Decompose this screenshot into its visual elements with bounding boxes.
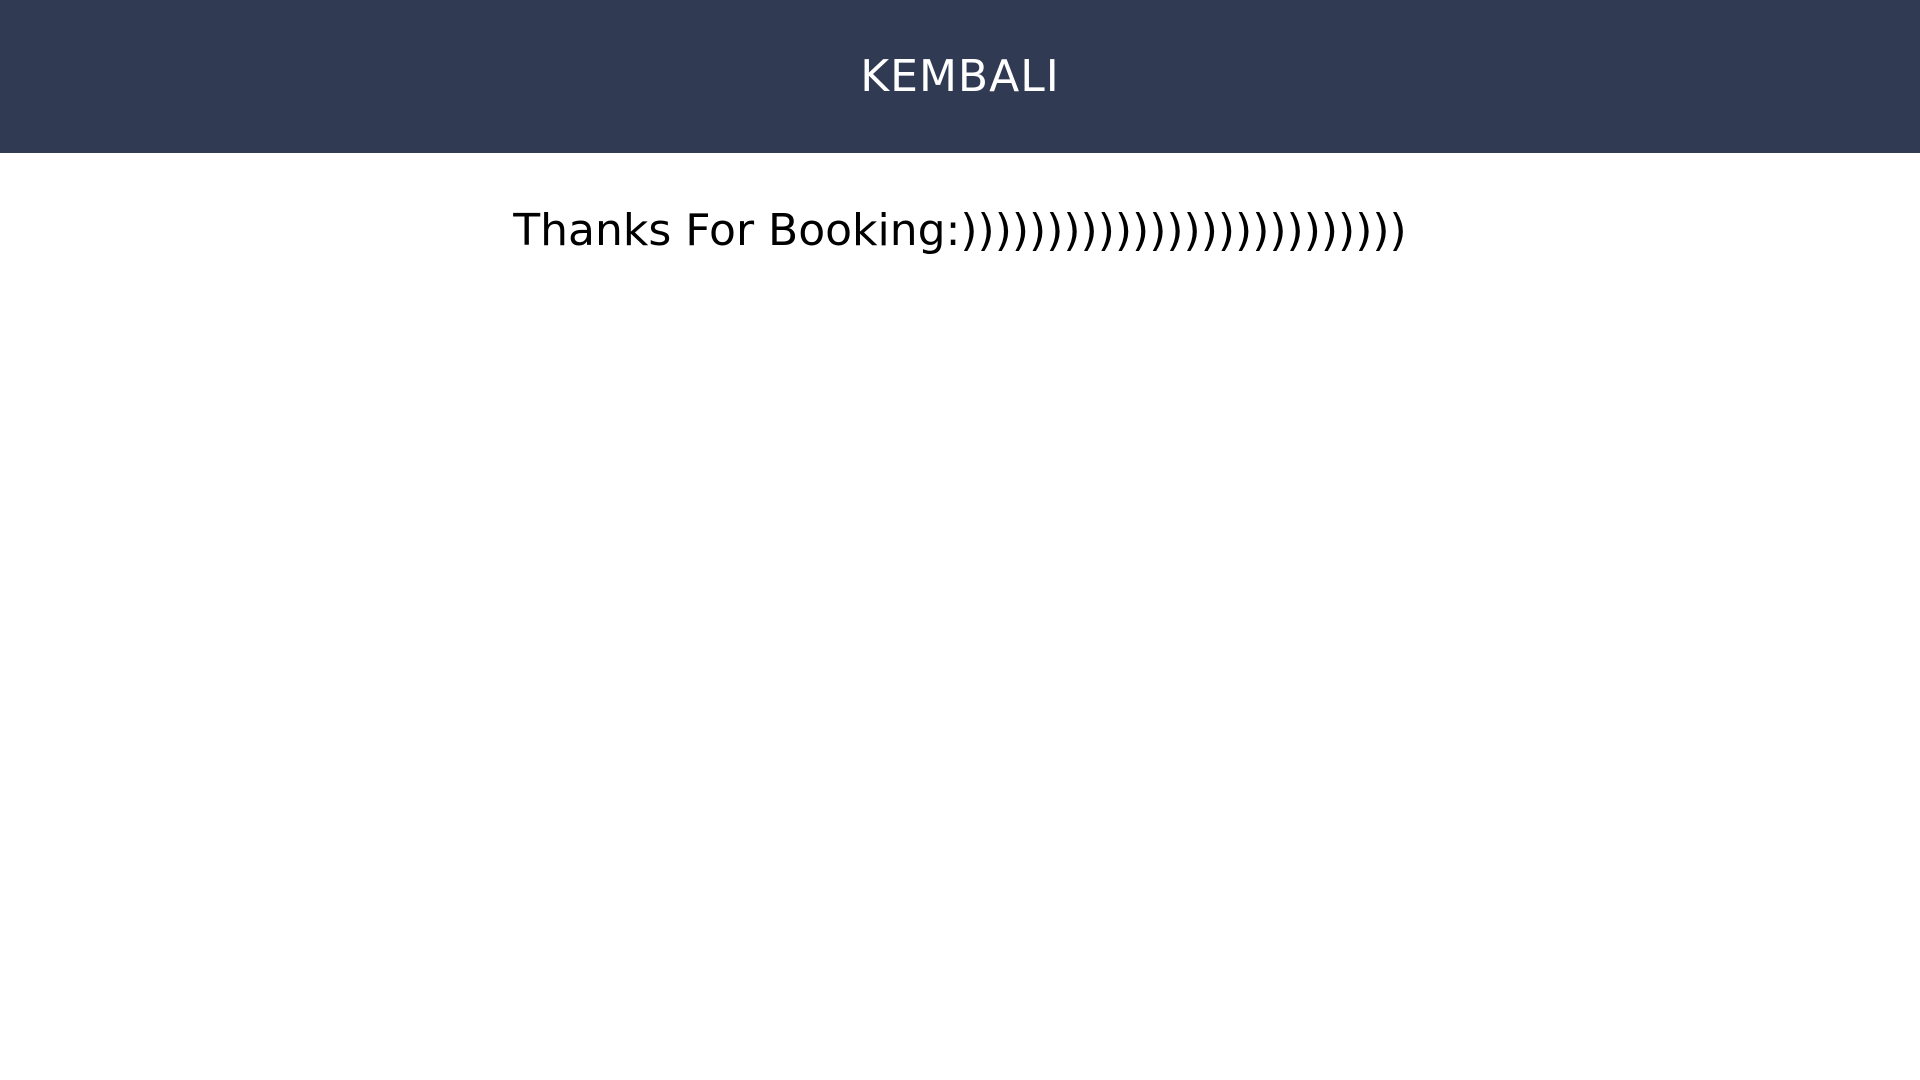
booking-confirmation-message: Thanks For Booking:)))))))))))))))))))))… [513,205,1407,256]
top-header-bar: KEMBALI [0,0,1920,153]
back-button[interactable]: KEMBALI [860,54,1059,99]
